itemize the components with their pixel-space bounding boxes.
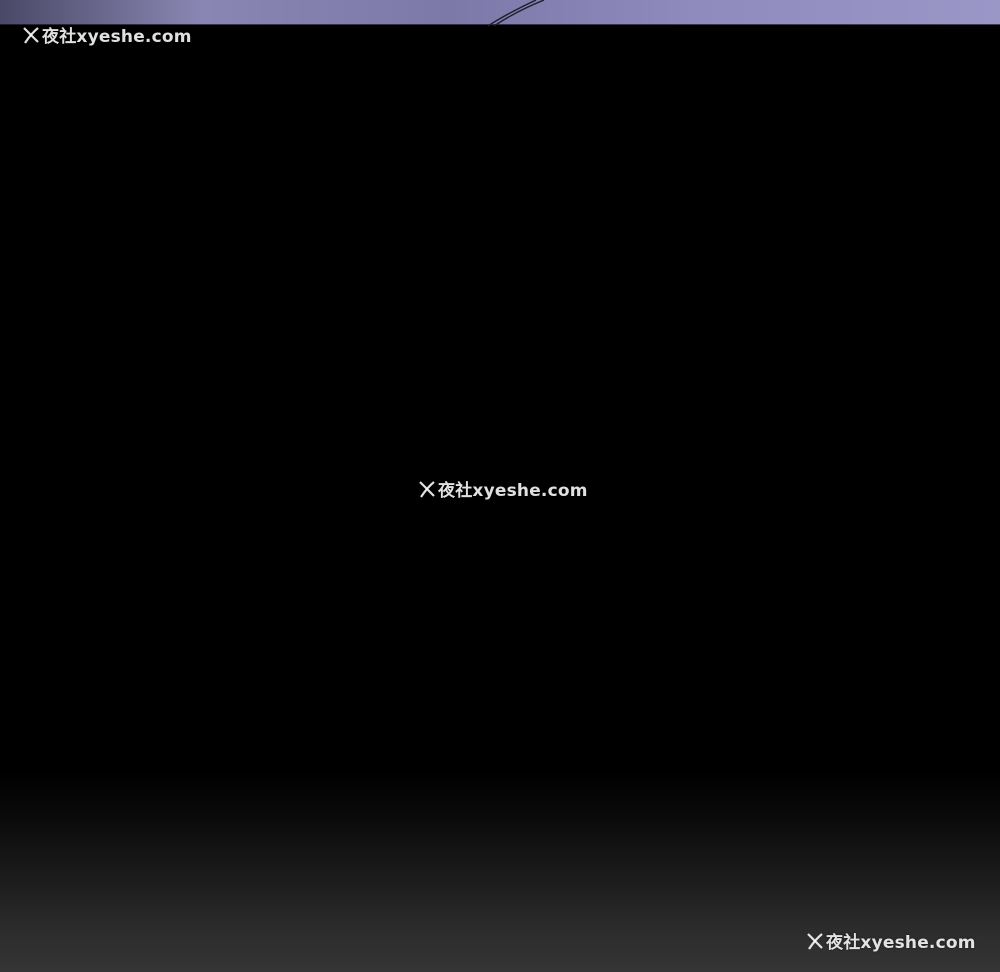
- watermark-bottom-right: 夜社xyeshe.com: [806, 928, 976, 953]
- x-logo-icon: [419, 480, 435, 498]
- line-art: [487, 0, 545, 27]
- watermark-text: 夜社xyeshe.com: [438, 481, 588, 501]
- comic-panel: 夜社xyeshe.com 夜社xyeshe.com 夜社xyeshe.com: [0, 0, 1000, 972]
- watermark-center: 夜社xyeshe.com: [418, 476, 588, 501]
- watermark-text: 夜社xyeshe.com: [42, 27, 192, 47]
- watermark-top-left: 夜社xyeshe.com: [22, 22, 192, 47]
- x-logo-icon: [807, 932, 823, 950]
- watermark-text: 夜社xyeshe.com: [826, 933, 976, 953]
- x-logo-icon: [23, 26, 39, 44]
